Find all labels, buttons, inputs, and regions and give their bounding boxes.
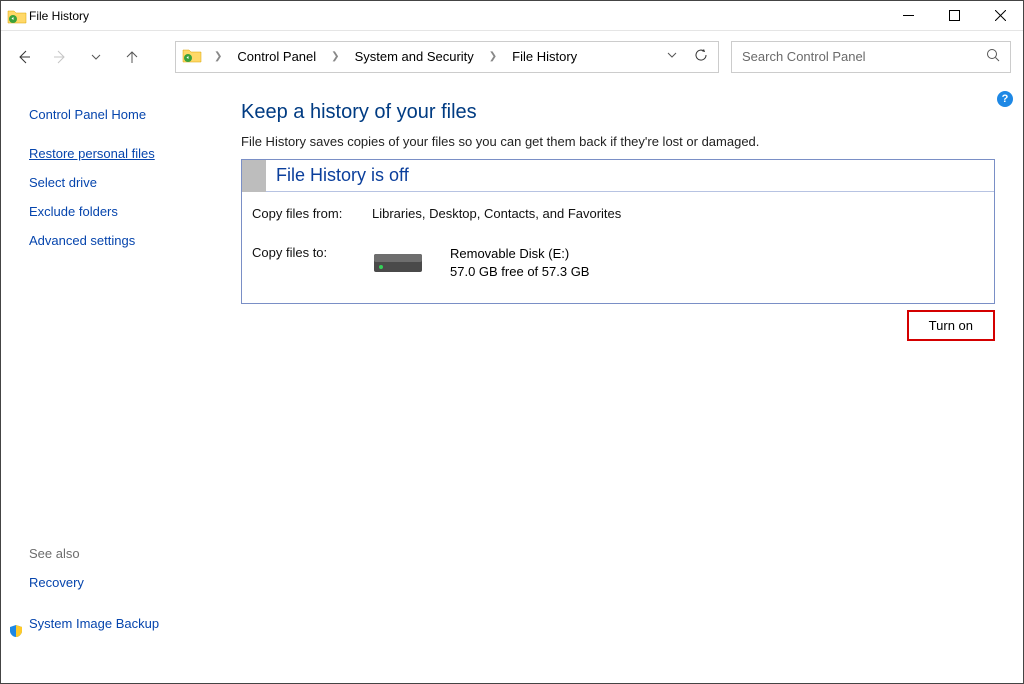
sidebar: Control Panel Home Restore personal file… <box>1 83 241 683</box>
page-description: File History saves copies of your files … <box>241 134 995 149</box>
back-button[interactable] <box>13 46 35 68</box>
copy-to-label: Copy files to: <box>252 245 372 260</box>
search-input[interactable]: Search Control Panel <box>731 41 1011 73</box>
app-folder-icon <box>7 8 23 24</box>
chevron-right-icon[interactable]: ❯ <box>483 51 503 62</box>
sidebar-advanced-settings[interactable]: Advanced settings <box>29 233 223 248</box>
recent-locations-button[interactable] <box>85 46 107 68</box>
refresh-button[interactable] <box>694 48 708 65</box>
breadcrumb-control-panel[interactable]: Control Panel <box>234 49 319 64</box>
status-header: File History is off <box>242 160 994 192</box>
control-panel-home-link[interactable]: Control Panel Home <box>29 107 223 122</box>
nav-buttons <box>13 46 143 68</box>
see-also-system-image-backup[interactable]: System Image Backup <box>29 616 159 631</box>
turn-on-button[interactable]: Turn on <box>907 310 995 341</box>
status-panel: File History is off Copy files from: Lib… <box>241 159 995 304</box>
copy-from-label: Copy files from: <box>252 206 372 221</box>
sidebar-select-drive[interactable]: Select drive <box>29 175 223 190</box>
chevron-right-icon[interactable]: ❯ <box>325 51 345 62</box>
breadcrumb-system-security[interactable]: System and Security <box>352 49 477 64</box>
shield-icon <box>9 624 23 638</box>
destination-size: 57.0 GB free of 57.3 GB <box>450 263 589 281</box>
see-also-section: See also Recovery System Image Backup <box>29 546 223 667</box>
sidebar-exclude-folders[interactable]: Exclude folders <box>29 204 223 219</box>
body: ? Control Panel Home Restore personal fi… <box>1 83 1023 683</box>
drive-icon <box>372 248 424 278</box>
search-placeholder: Search Control Panel <box>742 49 866 64</box>
chevron-right-icon[interactable]: ❯ <box>208 51 228 62</box>
search-icon[interactable] <box>986 48 1000 65</box>
sidebar-restore-personal-files[interactable]: Restore personal files <box>29 146 223 161</box>
page-heading: Keep a history of your files <box>241 101 995 124</box>
up-button[interactable] <box>121 46 143 68</box>
address-dropdown-button[interactable] <box>666 49 678 64</box>
close-button[interactable] <box>977 1 1023 31</box>
maximize-button[interactable] <box>931 1 977 31</box>
copy-from-value: Libraries, Desktop, Contacts, and Favori… <box>372 206 621 221</box>
window-title: File History <box>29 9 89 23</box>
window: File History <box>0 0 1024 684</box>
main-content: Keep a history of your files File Histor… <box>241 83 1023 683</box>
see-also-recovery[interactable]: Recovery <box>29 575 84 590</box>
titlebar: File History <box>1 1 1023 31</box>
help-icon[interactable]: ? <box>997 91 1013 107</box>
address-bar[interactable]: ❯ Control Panel ❯ System and Security ❯ … <box>175 41 719 73</box>
breadcrumb-file-history[interactable]: File History <box>509 49 580 64</box>
minimize-button[interactable] <box>885 1 931 31</box>
forward-button[interactable] <box>49 46 71 68</box>
see-also-label: See also <box>29 546 223 561</box>
destination-name: Removable Disk (E:) <box>450 245 589 263</box>
status-indicator-icon <box>242 160 266 192</box>
status-title: File History is off <box>276 165 409 186</box>
address-folder-icon <box>182 47 202 66</box>
toolbar: ❯ Control Panel ❯ System and Security ❯ … <box>1 31 1023 83</box>
